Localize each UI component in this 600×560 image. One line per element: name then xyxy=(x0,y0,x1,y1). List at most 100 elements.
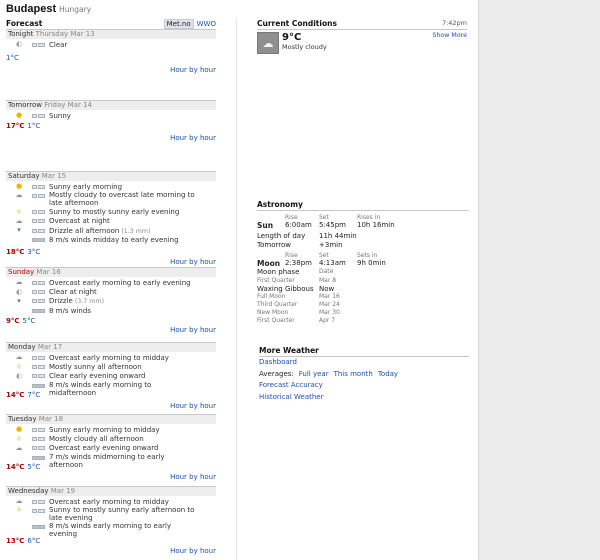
tab-wwo[interactable]: WWO xyxy=(197,20,216,28)
forecast-day-block: Monday Mar 17 ☁ Overcast early morning to … xyxy=(6,342,216,414)
moon-phase-label: Moon phase xyxy=(257,268,300,276)
moon-phase-table: Moon phase Date First Quarter Mar 8 Waxing… xyxy=(257,268,469,325)
condition-row: ● Sunny xyxy=(6,111,216,120)
averages-label: Averages: xyxy=(259,369,294,378)
temperature-range: 17°C 1°C xyxy=(6,122,40,130)
raindrop-icon: ▾ xyxy=(17,226,21,235)
cloud-icon: ☁ xyxy=(15,443,23,452)
hour-by-hour-link[interactable]: Hour by hour xyxy=(170,326,216,334)
condition-row: ◐ Clear early evening onward xyxy=(6,372,216,381)
condition-row: ☼ Sunny to mostly sunny early evening xyxy=(6,207,216,216)
forecast-accuracy-link[interactable]: Forecast Accuracy xyxy=(259,380,469,392)
hour-by-hour-link[interactable]: Hour by hour xyxy=(170,473,216,481)
dashboard-link[interactable]: Dashboard xyxy=(259,357,469,369)
sun-rise-label: Rise xyxy=(285,214,298,221)
day-date: Mar 17 xyxy=(35,343,63,351)
current-text: 9°C Mostly cloudy xyxy=(282,32,327,54)
hour-by-hour-link[interactable]: Hour by hour xyxy=(170,258,216,266)
time-bar xyxy=(32,42,45,47)
condition-row: ● Sunny early morning xyxy=(6,182,216,191)
forecast-source-tabs: Met.no WWO xyxy=(163,18,216,29)
high-temp: 17°C xyxy=(6,122,25,130)
averages-row: Averages: Full year This month Today xyxy=(259,369,469,381)
hour-by-hour-link[interactable]: Hour by hour xyxy=(170,134,216,142)
day-header: Wednesday Mar 19 xyxy=(6,487,216,496)
astronomy-section: Astronomy Rise Set Rises in Sun 6:00am 5… xyxy=(257,200,469,325)
hour-by-hour-link[interactable]: Hour by hour xyxy=(170,66,216,74)
day-name: Tomorrow xyxy=(8,101,42,109)
condition-text: Mostly cloudy to overcast late morning t… xyxy=(49,191,195,208)
cloud-icon: ☁ xyxy=(15,191,23,200)
forecast-days: Tonight Thursday Mar 13 ◐ Clear 1°C Hour by … xyxy=(6,29,216,555)
condition-list: ● Sunny xyxy=(6,110,216,120)
day-date: Mar 19 xyxy=(48,487,76,495)
time-bar xyxy=(32,453,45,462)
current-title: Current Conditions xyxy=(257,18,337,28)
condition-text: Drizzle (3.7 mm) xyxy=(49,297,105,306)
cloud-icon: ☁ xyxy=(15,353,23,362)
moon-phase-name: Third Quarter xyxy=(257,301,298,308)
temperature-range: 14°C 5°C xyxy=(6,463,40,471)
time-bar xyxy=(32,522,45,531)
condition-row: ☁ Overcast early morning to midday xyxy=(6,353,216,362)
this-month-link[interactable]: This month xyxy=(334,369,373,381)
today-link[interactable]: Today xyxy=(378,369,398,381)
sun-set: 5:45pm xyxy=(319,221,346,229)
astronomy-title: Astronomy xyxy=(257,200,303,209)
full-year-link[interactable]: Full year xyxy=(299,369,329,381)
forecast-day-block: Wednesday Mar 19 ☁ Overcast early morning … xyxy=(6,486,216,555)
time-bar xyxy=(32,228,45,233)
moon-grid: Rise Set Sets in Moon 2:38pm 4:13am 9h 0… xyxy=(257,252,469,268)
sun-grid: Rise Set Rises in Sun 6:00am 5:45pm 10h … xyxy=(257,214,469,230)
tab-metno[interactable]: Met.no xyxy=(163,18,194,29)
time-bar xyxy=(32,113,45,118)
day-header: Tomorrow Friday Mar 14 xyxy=(6,101,216,110)
temperature-range: 14°C 7°C xyxy=(6,391,40,399)
time-bar xyxy=(32,355,45,360)
tomorrow-value: +3min xyxy=(319,240,343,249)
condition-text: Overcast early morning to midday xyxy=(49,353,169,362)
time-bar xyxy=(32,499,45,504)
wind-spacer xyxy=(6,522,32,531)
condition-list: ◐ Clear xyxy=(6,39,216,49)
hour-by-hour-link[interactable]: Hour by hour xyxy=(170,547,216,555)
condition-row: ☼ Mostly cloudy all afternoon xyxy=(6,434,216,443)
high-temp: 18°C xyxy=(6,248,25,256)
sun-partly-cloudy-icon: ☼ xyxy=(15,506,23,515)
more-weather-section: More Weather Dashboard Averages: Full ye… xyxy=(259,346,469,403)
moon-phase-date: Mar 16 xyxy=(319,293,340,300)
condition-text: Overcast early morning to midday xyxy=(49,497,169,506)
condition-row: ☁ Overcast at night xyxy=(6,217,216,226)
cloud-icon: ☁ xyxy=(15,278,23,287)
precip-amount: (3.7 mm) xyxy=(72,298,105,306)
low-temp: 6°C xyxy=(27,537,41,545)
moon-phase-date: Mar 8 xyxy=(319,276,337,284)
day-name: Tonight xyxy=(8,30,34,38)
time-bar xyxy=(32,184,45,189)
time-bar xyxy=(32,446,45,451)
day-name: Wednesday xyxy=(8,487,49,495)
time-bar xyxy=(32,290,45,295)
time-bar xyxy=(32,210,45,215)
sun-rise: 6:00am xyxy=(285,221,312,229)
moon-phase-name: First Quarter xyxy=(257,317,295,324)
moon-set-label: Set xyxy=(319,252,329,259)
time-bar xyxy=(32,506,45,515)
condition-row: 8 m/s winds midday to early evening xyxy=(6,236,216,245)
condition-text: Clear early evening onward xyxy=(49,372,146,381)
moon-rise: 2:38pm xyxy=(285,259,312,267)
low-temp: 5°C xyxy=(22,317,36,325)
day-header: Saturday Mar 15 xyxy=(6,172,216,181)
forecast-day-block: Sunday Mar 16 ☁ Overcast early morning to … xyxy=(6,267,216,342)
condition-text: Clear at night xyxy=(49,288,97,297)
cloud-icon: ☁ xyxy=(15,216,23,225)
low-temp: 1°C xyxy=(27,122,41,130)
moon-label: Moon xyxy=(257,259,281,268)
historical-weather-link[interactable]: Historical Weather xyxy=(259,392,469,404)
show-more-link[interactable]: Show More xyxy=(432,32,467,54)
moon-phase-name: Full Moon xyxy=(257,293,286,300)
forecast-title: Forecast xyxy=(6,19,43,28)
condition-list: ☁ Overcast early morning to midday ☼ Sunny … xyxy=(6,496,216,539)
hour-by-hour-link[interactable]: Hour by hour xyxy=(170,402,216,410)
condition-text: Sunny to mostly sunny early afternoon to… xyxy=(49,506,195,523)
